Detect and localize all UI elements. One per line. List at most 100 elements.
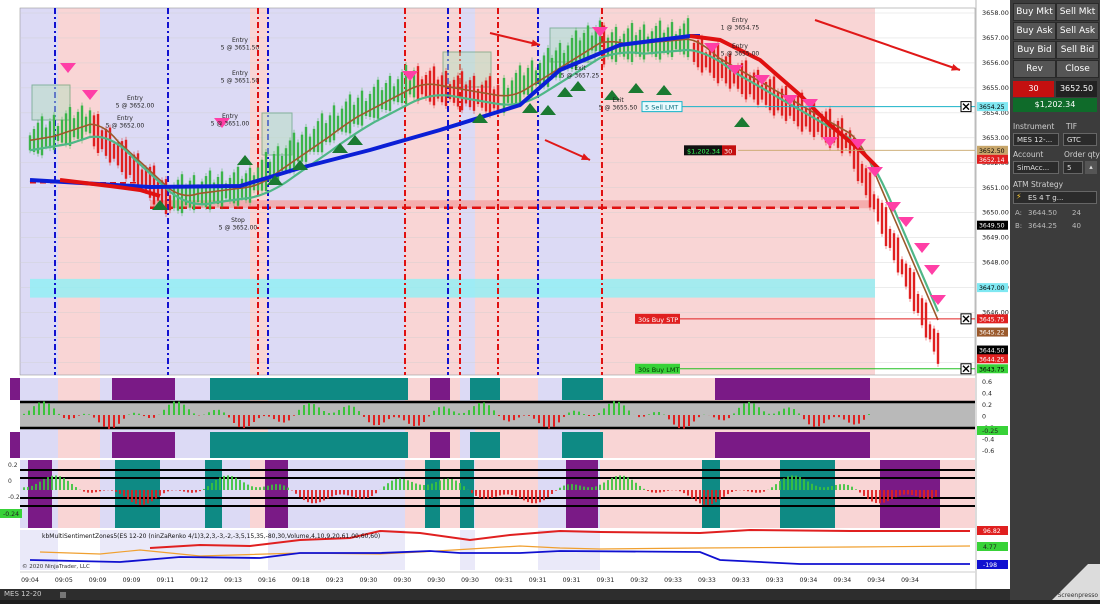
renko-bar (352, 104, 356, 124)
time-axis-label: 09:30 (393, 577, 411, 584)
renko-bar (64, 113, 68, 145)
osc1-axis-label: -0.6 (982, 448, 994, 455)
sell-lmt-order-label: 5 Sell LMT (645, 104, 678, 112)
renko-bar (712, 46, 716, 78)
account-select[interactable]: SimAcc... (1013, 161, 1059, 174)
renko-bar (860, 163, 864, 183)
pnl-tag-label: $1,202.34 (687, 147, 720, 155)
renko-bar (908, 267, 912, 299)
sell-mkt-button[interactable]: Sell Mkt (1056, 3, 1099, 21)
trade-label: 5 @ 3657.25 (561, 73, 600, 80)
renko-bar (192, 175, 196, 211)
order-qty-input[interactable]: 5 (1063, 161, 1083, 174)
osc1-axis-label: 0.2 (982, 402, 992, 409)
sentiment-zone-bottom (562, 432, 603, 458)
consolidation-box (31, 84, 71, 121)
time-axis-label: 09:34 (800, 577, 818, 584)
trade-label: 1 @ 3654.75 (721, 25, 760, 32)
trade-label: Entry (732, 17, 748, 24)
scroll-arrow-icon[interactable] (60, 592, 66, 598)
price-chart[interactable]: Entry 5 @ 3652.00 Entry 5 @ 3652.00 Entry 5 @… (0, 0, 1010, 600)
time-axis-label: 09:30 (461, 577, 479, 584)
time-axis-label: 09:34 (901, 577, 919, 584)
sentiment-zone-top (470, 378, 500, 400)
renko-bar (156, 181, 160, 201)
buy-bid-button[interactable]: Buy Bid (1013, 41, 1056, 59)
price-axis-tag-label: 3652.50 (979, 148, 1005, 155)
bid-price: 3644.25 (1028, 222, 1057, 230)
qty-stepper-icon[interactable]: ▴ (1085, 161, 1097, 174)
sell-ask-button[interactable]: Sell Ask (1056, 22, 1099, 40)
trade-label: Exit (574, 65, 586, 72)
instrument-select[interactable]: MES 12-... (1013, 133, 1059, 146)
renko-bar (530, 60, 534, 96)
renko-bar (264, 152, 268, 191)
renko-bar (320, 113, 324, 153)
renko-bar (582, 32, 586, 60)
sentiment-zone-bottom (210, 432, 408, 458)
instrument-label: Instrument (1013, 122, 1055, 131)
sentiment-zone-top (562, 378, 603, 400)
price-axis-label: 3658.00 (982, 9, 1009, 17)
reverse-button[interactable]: Rev (1013, 60, 1056, 78)
renko-bar (292, 132, 296, 172)
renko-bar (888, 228, 892, 248)
sentiment-zone-top (715, 378, 870, 400)
renko-bar (368, 93, 372, 117)
close-button[interactable]: Close (1056, 60, 1099, 78)
trade-label: Entry (232, 70, 248, 77)
trade-label: 5 @ 3652.00 (219, 225, 258, 232)
buy-lmt-order-label: 30s Buy LMT (638, 366, 679, 374)
buy-mkt-button[interactable]: Buy Mkt (1013, 3, 1056, 21)
renko-bar (56, 126, 60, 141)
sentiment-zone-top (430, 378, 450, 400)
price-axis-label: 3656.00 (982, 59, 1009, 67)
renko-bar (936, 332, 940, 364)
renko-bar (424, 75, 428, 98)
renko-bar (752, 72, 756, 100)
osc1-axis-label: 0 (982, 414, 986, 421)
sell-bid-button[interactable]: Sell Bid (1056, 41, 1099, 59)
time-axis-label: 09:34 (867, 577, 885, 584)
renko-bar (360, 90, 364, 126)
account-label: Account (1013, 150, 1044, 159)
buy-ask-button[interactable]: Buy Ask (1013, 22, 1056, 40)
time-axis-label: 09:33 (766, 577, 784, 584)
time-axis-label: 09:05 (55, 577, 73, 584)
atm-strategy-select[interactable]: ES 4 T g... (1013, 191, 1097, 204)
renko-bar (376, 79, 380, 119)
renko-bar (260, 159, 264, 191)
price-axis-label: 3655.00 (982, 84, 1009, 92)
time-axis-label: 09:31 (563, 577, 581, 584)
instrument-tab[interactable]: MES 12-20 (4, 589, 41, 600)
renko-bar (336, 115, 340, 131)
renko-bar (128, 155, 132, 175)
osc2-axis-label: -0.2 (8, 494, 20, 501)
pnl-qty-label: 30 (724, 147, 732, 155)
trade-label: 5 @ 3652.00 (116, 103, 155, 110)
renko-bar (472, 75, 476, 111)
renko-bar (72, 118, 76, 138)
renko-bar (204, 176, 208, 208)
tif-select[interactable]: GTC (1063, 133, 1097, 146)
renko-bar (518, 65, 522, 105)
sentiment-zone-bottom (430, 432, 450, 458)
renko-bar (804, 107, 808, 127)
renko-bar (586, 25, 590, 61)
renko-bar (876, 198, 880, 222)
renko-bar (440, 75, 444, 103)
renko-bar (780, 88, 784, 116)
renko-bar (708, 49, 712, 73)
trade-label: 5 @ 3651.50 (221, 45, 260, 52)
lightning-icon: ⚡ (1016, 192, 1022, 201)
renko-bar (912, 272, 916, 312)
price-axis-label: 3657.00 (982, 34, 1009, 42)
price-axis-tag-label: 3654.25 (979, 104, 1005, 111)
renko-bar (400, 72, 404, 104)
renko-bar (932, 328, 936, 352)
chart-canvas[interactable]: Entry5 @ 3652.00Entry5 @ 3652.00Entry5 @… (0, 0, 1010, 600)
renko-bar (48, 121, 52, 149)
time-axis-label: 09:13 (224, 577, 242, 584)
time-axis-label: 09:23 (326, 577, 344, 584)
renko-bar (364, 101, 368, 117)
